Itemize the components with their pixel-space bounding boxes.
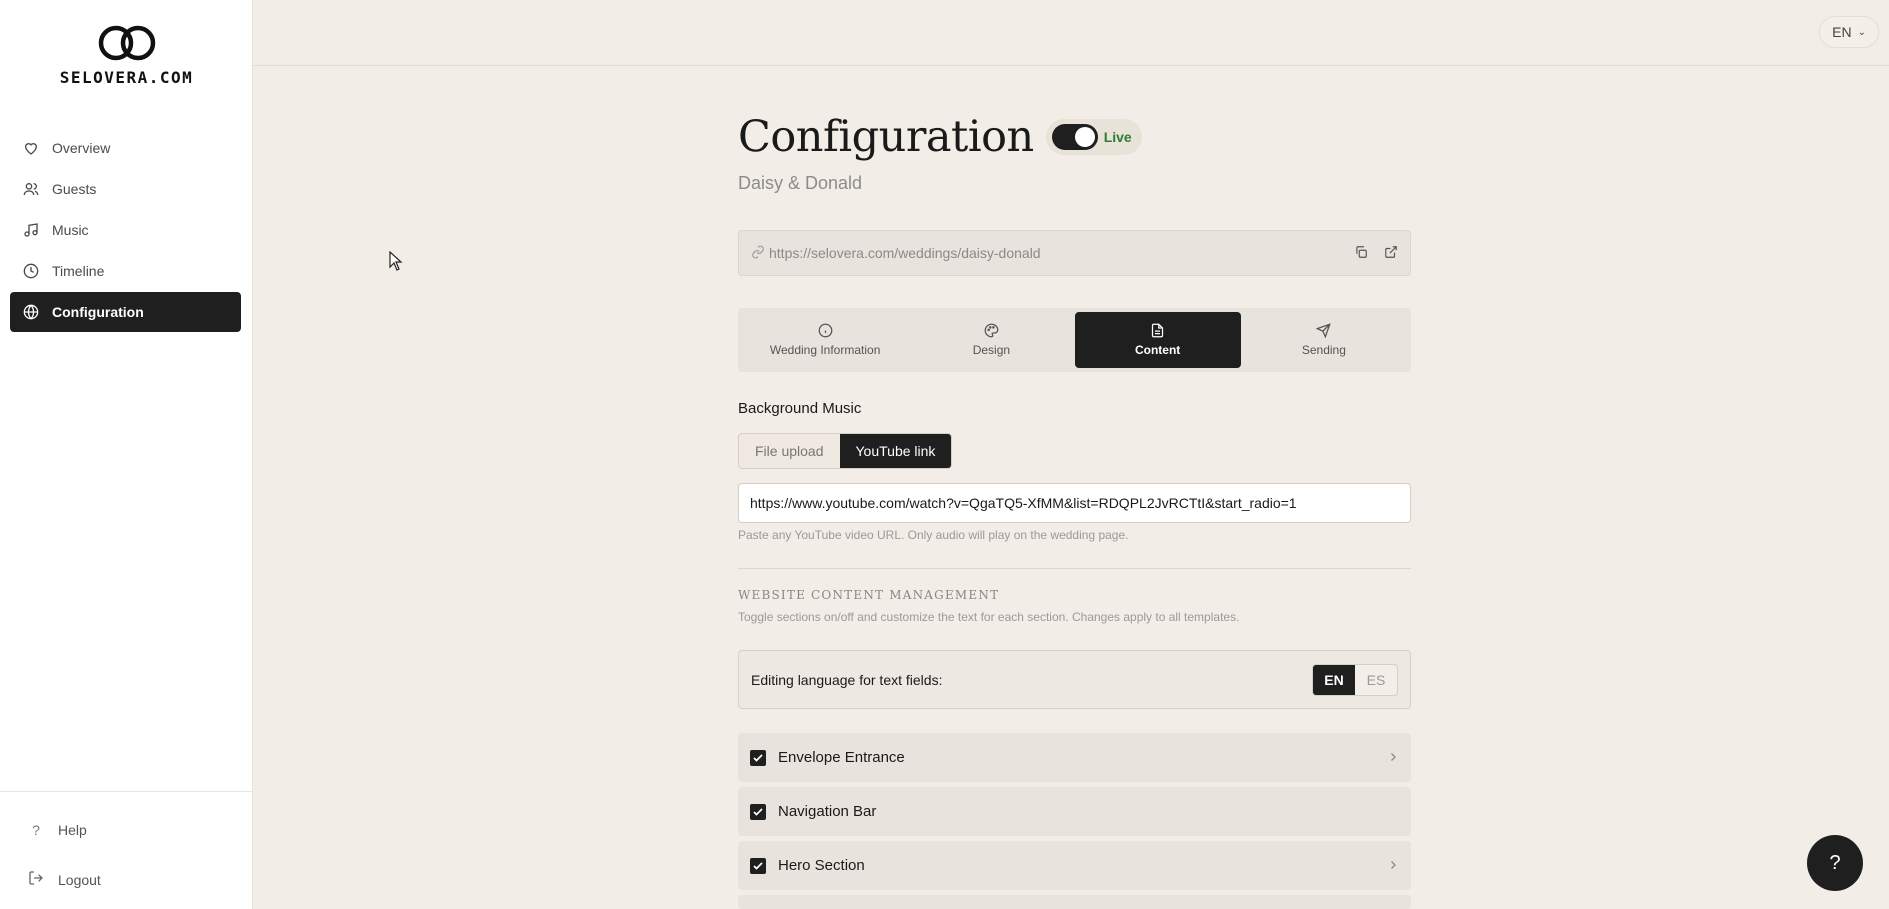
tab-design[interactable]: Design (908, 312, 1074, 368)
section-label: Navigation Bar (778, 803, 877, 820)
tab-content[interactable]: Content (1074, 312, 1241, 368)
sidebar-item-label: Timeline (52, 263, 105, 279)
clock-icon (22, 262, 40, 280)
tab-label: Sending (1301, 343, 1346, 357)
section-row-envelope-entrance[interactable]: Envelope Entrance (738, 733, 1411, 782)
mouse-cursor-icon (389, 250, 403, 276)
logout-label: Logout (58, 871, 101, 888)
fab-label: ? (1829, 851, 1841, 874)
sidebar-footer: ? Help Logout (0, 791, 253, 909)
tab-label: Content (1134, 343, 1181, 357)
logo[interactable]: SELOVERA.COM (0, 24, 253, 87)
content-management-title: Website Content Management (738, 588, 1000, 602)
section-label: Hero Section (778, 857, 865, 874)
sidebar-item-configuration[interactable]: Configuration (10, 292, 241, 332)
sidebar-nav: Overview Guests Music Timeline Configura… (10, 128, 241, 333)
check-icon (753, 807, 763, 816)
live-toggle[interactable]: Live (1045, 119, 1142, 155)
youtube-help-text: Paste any YouTube video URL. Only audio … (738, 528, 1129, 542)
logo-rings-icon (98, 25, 155, 61)
editing-language-card: Editing language for text fields: EN ES (738, 650, 1411, 709)
help-label: Help (58, 822, 87, 838)
language-value: EN (1832, 24, 1852, 40)
globe-icon (22, 303, 40, 321)
question-icon: ? (32, 822, 40, 838)
editing-language-label: Editing language for text fields: (751, 671, 943, 688)
language-option-es[interactable]: ES (1355, 664, 1397, 695)
link-icon (751, 245, 765, 262)
heart-icon (22, 139, 40, 157)
tab-sending[interactable]: Sending (1241, 312, 1407, 368)
divider (738, 568, 1411, 569)
help-link[interactable]: ? Help (28, 822, 87, 838)
tab-wedding-information[interactable]: Wedding Information (742, 312, 908, 368)
top-bar: EN ⌄ (253, 0, 1889, 66)
palette-icon (984, 323, 999, 339)
send-icon (1315, 323, 1332, 339)
logout-icon (28, 870, 44, 889)
section-checkbox[interactable] (750, 803, 766, 820)
section-row-partial[interactable] (738, 895, 1411, 909)
youtube-link-option[interactable]: YouTube link (839, 434, 952, 468)
couple-names: Daisy & Donald (738, 173, 863, 193)
content-management-description: Toggle sections on/off and customize the… (738, 610, 1240, 624)
section-label: Envelope Entrance (778, 749, 905, 766)
page-title: Configuration (738, 112, 1034, 162)
config-tabs: Wedding Information Design Content Sendi… (738, 308, 1411, 372)
language-option-en[interactable]: EN (1313, 664, 1355, 695)
sidebar-item-overview[interactable]: Overview (10, 128, 241, 168)
sidebar-item-label: Guests (52, 181, 97, 197)
language-selector[interactable]: EN ⌄ (1819, 16, 1879, 48)
check-icon (753, 753, 763, 762)
brand-name: SELOVERA.COM (59, 68, 194, 87)
wedding-url-box: https://selovera.com/weddings/daisy-dona… (738, 230, 1411, 276)
document-icon (1150, 323, 1165, 339)
section-row-hero-section[interactable]: Hero Section (738, 841, 1411, 890)
section-checkbox[interactable] (750, 749, 766, 766)
youtube-url-input[interactable] (738, 483, 1411, 523)
editing-language-toggle: EN ES (1312, 663, 1398, 696)
info-icon (818, 323, 833, 339)
sidebar-item-timeline[interactable]: Timeline (10, 251, 241, 291)
background-music-label: Background Music (738, 400, 862, 417)
sidebar-item-music[interactable]: Music (10, 210, 241, 250)
title-row: Configuration Live (738, 112, 1142, 162)
section-checkbox[interactable] (750, 857, 766, 874)
chevron-right-icon[interactable] (1387, 750, 1399, 766)
url-actions (1354, 245, 1398, 262)
section-row-navigation-bar[interactable]: Navigation Bar (738, 787, 1411, 836)
sidebar-item-label: Music (52, 222, 89, 238)
chevron-down-icon: ⌄ (1857, 26, 1866, 38)
external-link-icon[interactable] (1384, 245, 1398, 262)
tab-label: Design (972, 343, 1011, 357)
copy-icon[interactable] (1354, 245, 1368, 262)
sidebar-item-guests[interactable]: Guests (10, 169, 241, 209)
sidebar: SELOVERA.COM Overview Guests Music Timel… (0, 0, 253, 909)
users-icon (22, 180, 40, 198)
sidebar-item-label: Overview (52, 140, 111, 156)
chevron-right-icon[interactable] (1387, 858, 1399, 874)
music-icon (22, 221, 40, 239)
toggle-switch[interactable] (1051, 124, 1098, 150)
music-source-toggle: File upload YouTube link (738, 433, 953, 469)
logout-link[interactable]: Logout (28, 870, 101, 889)
file-upload-option[interactable]: File upload (739, 434, 839, 468)
check-icon (753, 861, 763, 870)
tab-label: Wedding Information (769, 343, 881, 357)
live-label: Live (1103, 129, 1132, 145)
sidebar-item-label: Configuration (52, 304, 144, 320)
help-fab-button[interactable]: ? (1807, 835, 1863, 891)
wedding-url[interactable]: https://selovera.com/weddings/daisy-dona… (769, 245, 1041, 261)
